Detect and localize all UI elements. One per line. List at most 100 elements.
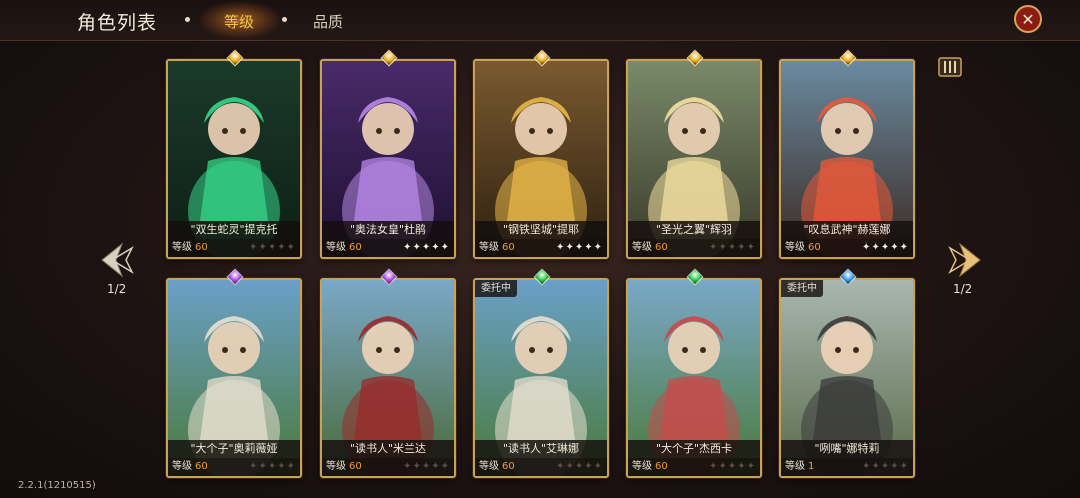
- status-badge: 委托中: [781, 280, 823, 297]
- level-label: 等级: [632, 242, 652, 253]
- tab-separator-dot: [185, 17, 190, 22]
- character-card[interactable]: "大个子"杰西卡等级 60 ✦✦✦✦✦: [626, 278, 762, 478]
- star-icon: ✦: [258, 242, 268, 253]
- level-label: 等级: [632, 461, 652, 472]
- level-value: 60: [502, 461, 515, 472]
- star-icon: ✦: [277, 461, 287, 472]
- level-value: 1: [808, 461, 815, 472]
- level-value: 60: [195, 461, 208, 472]
- star-icon: ✦: [871, 461, 881, 472]
- character-name: "叹息武神"赫莲娜: [781, 221, 913, 239]
- character-name: "咧嘴"娜特莉: [781, 440, 913, 458]
- star-icon: ✦: [746, 461, 756, 472]
- star-icon: ✦: [727, 461, 738, 472]
- character-name: "读书人"米兰达: [322, 440, 454, 458]
- character-name: "读书人"艾琳娜: [475, 440, 607, 458]
- character-card[interactable]: "钢铁坚城"提耶等级 60 ✦✦✦✦✦: [473, 59, 609, 259]
- star-icon: ✦: [574, 242, 585, 253]
- star-icon: ✦: [899, 242, 909, 253]
- star-rating: ✦✦✦✦✦: [556, 458, 603, 476]
- level-row: 等级 60 ✦✦✦✦✦: [168, 458, 300, 476]
- close-icon: ✕: [1021, 9, 1035, 29]
- star-icon: ✦: [727, 242, 738, 253]
- next-page-arrow-icon[interactable]: [944, 238, 984, 282]
- character-card[interactable]: "圣光之翼"辉羽等级 60 ✦✦✦✦✦: [626, 59, 762, 259]
- level-label: 等级: [785, 461, 805, 472]
- star-icon: ✦: [440, 242, 450, 253]
- star-icon: ✦: [574, 461, 585, 472]
- level-label: 等级: [172, 461, 192, 472]
- character-card[interactable]: "大个子"奥莉薇娅等级 60 ✦✦✦✦✦: [166, 278, 302, 478]
- character-name: "钢铁坚城"提耶: [475, 221, 607, 239]
- prev-page-arrow-icon[interactable]: [98, 238, 138, 282]
- character-card[interactable]: 委托中 "读书人"艾琳娜 等级 60 ✦✦✦✦✦: [473, 278, 609, 478]
- star-icon: ✦: [565, 242, 575, 253]
- star-icon: ✦: [421, 242, 432, 253]
- star-icon: ✦: [746, 242, 756, 253]
- star-icon: ✦: [584, 461, 594, 472]
- character-card[interactable]: "双生蛇灵"提克托 等级 60 ✦✦✦✦✦: [166, 59, 302, 259]
- star-icon: ✦: [880, 461, 891, 472]
- character-name: "大个子"杰西卡: [628, 440, 760, 458]
- character-name: "圣光之翼"辉羽: [628, 221, 760, 239]
- star-icon: ✦: [286, 242, 296, 253]
- level-label: 等级: [326, 461, 346, 472]
- star-rating: ✦✦✦✦✦: [862, 239, 909, 257]
- star-icon: ✦: [267, 242, 278, 253]
- star-rating: ✦✦✦✦✦: [862, 458, 909, 476]
- star-icon: ✦: [890, 242, 900, 253]
- star-icon: ✦: [593, 461, 603, 472]
- star-icon: ✦: [718, 242, 728, 253]
- star-icon: ✦: [421, 461, 432, 472]
- tab-separator-dot: [282, 17, 287, 22]
- star-rating: ✦✦✦✦✦: [709, 458, 756, 476]
- star-icon: ✦: [584, 242, 594, 253]
- level-label: 等级: [326, 242, 346, 253]
- character-card[interactable]: "奥法女皇"杜鹃 等级 60 ✦✦✦✦✦: [320, 59, 456, 259]
- star-icon: ✦: [412, 242, 422, 253]
- star-icon: ✦: [258, 461, 268, 472]
- character-card[interactable]: "读书人"米兰达 等级 60 ✦✦✦✦✦: [320, 278, 456, 478]
- level-value: 60: [808, 242, 821, 253]
- level-row: 等级 60 ✦✦✦✦✦: [628, 239, 760, 257]
- star-icon: ✦: [431, 242, 441, 253]
- star-icon: ✦: [871, 242, 881, 253]
- star-rating: ✦✦✦✦✦: [403, 458, 450, 476]
- page-indicator-right: 1/2: [953, 282, 973, 296]
- star-rating: ✦✦✦✦✦: [556, 239, 603, 257]
- level-value: 60: [195, 242, 208, 253]
- level-row: 等级 60 ✦✦✦✦✦: [628, 458, 760, 476]
- level-label: 等级: [479, 242, 499, 253]
- sort-filter-icon[interactable]: [937, 54, 963, 80]
- star-icon: ✦: [899, 461, 909, 472]
- star-rating: ✦✦✦✦✦: [249, 458, 296, 476]
- level-row: 等级 60 ✦✦✦✦✦: [322, 239, 454, 257]
- character-card[interactable]: 委托中 "咧嘴"娜特莉等级 1 ✦✦✦✦✦: [779, 278, 915, 478]
- star-icon: ✦: [412, 461, 422, 472]
- star-icon: ✦: [431, 461, 441, 472]
- character-card[interactable]: "叹息武神"赫莲娜 等级 60 ✦✦✦✦✦: [779, 59, 915, 259]
- star-icon: ✦: [718, 461, 728, 472]
- tab-quality[interactable]: 品质: [313, 11, 343, 32]
- star-icon: ✦: [286, 461, 296, 472]
- level-value: 60: [502, 242, 515, 253]
- level-row: 等级 60 ✦✦✦✦✦: [475, 458, 607, 476]
- character-name: "奥法女皇"杜鹃: [322, 221, 454, 239]
- star-rating: ✦✦✦✦✦: [709, 239, 756, 257]
- level-row: 等级 60 ✦✦✦✦✦: [781, 239, 913, 257]
- page-indicator-left: 1/2: [107, 282, 127, 296]
- star-icon: ✦: [890, 461, 900, 472]
- top-bar: 角色列表 等级 品质 ✕: [0, 0, 1080, 41]
- star-icon: ✦: [277, 242, 287, 253]
- level-value: 60: [655, 242, 668, 253]
- tab-level[interactable]: 等级: [224, 11, 254, 32]
- level-value: 60: [655, 461, 668, 472]
- status-badge: 委托中: [475, 280, 517, 297]
- level-row: 等级 1 ✦✦✦✦✦: [781, 458, 913, 476]
- close-button[interactable]: ✕: [1014, 5, 1042, 33]
- star-icon: ✦: [737, 242, 747, 253]
- level-row: 等级 60 ✦✦✦✦✦: [322, 458, 454, 476]
- character-name: "大个子"奥莉薇娅: [168, 440, 300, 458]
- star-icon: ✦: [565, 461, 575, 472]
- character-name: "双生蛇灵"提克托: [168, 221, 300, 239]
